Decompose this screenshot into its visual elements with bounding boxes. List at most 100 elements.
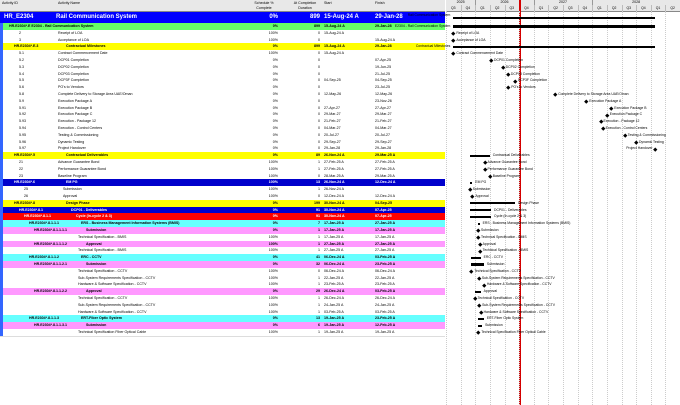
summary-bar[interactable] [470, 215, 491, 218]
finish-cell: 04-Mar-27 [375, 126, 392, 130]
milestone-marker[interactable] [470, 194, 475, 199]
activity-name-cell: Hardware & Software Specification - CCTV [78, 282, 147, 287]
finish-cell: 27-Apr-27 [375, 105, 391, 110]
col-at-completion[interactable]: At Completion Duration [290, 0, 320, 12]
start-cell: 26-Nov-24 A [324, 153, 345, 158]
summary-bar[interactable] [478, 324, 483, 327]
summary-bar[interactable] [471, 263, 484, 266]
schedule-pct-cell: 0% [272, 262, 278, 266]
duration-cell: 32 [316, 262, 320, 266]
gantt-bar-label: DCP3F Completion [517, 78, 548, 83]
start-cell [324, 84, 372, 91]
hierarchy-strip [0, 138, 3, 146]
activity-id-cell: HR.E2304*.8 [14, 200, 35, 205]
milestone-marker[interactable] [476, 235, 481, 240]
schedule-pct-cell: 0% [272, 214, 278, 219]
summary-bar[interactable] [470, 202, 515, 205]
schedule-pct-cell: 0% [272, 221, 278, 226]
activity-id-cell: HR.E2304*.5 [14, 153, 35, 158]
finish-cell: 20-Jul-27 [375, 132, 390, 137]
gantt-bar-label: EM PG [475, 180, 487, 185]
activity-name-cell: Submission [63, 187, 82, 192]
schedule-pct-cell: 0% [272, 228, 278, 232]
milestone-marker[interactable] [451, 31, 456, 36]
finish-cell: 27-Jan-25 A [375, 221, 396, 226]
milestone-marker[interactable] [634, 140, 638, 144]
milestone-marker[interactable] [473, 296, 477, 301]
gantt-row: EM PG [446, 179, 680, 186]
milestone-marker[interactable] [469, 269, 474, 274]
activity-name-cell: Execution - Package 12 [58, 119, 96, 124]
schedule-window: Activity ID Activity Name Schedule % Com… [0, 0, 680, 405]
milestone-marker[interactable] [506, 85, 511, 90]
milestone-marker[interactable] [476, 330, 481, 335]
duration-cell: 1 [318, 248, 320, 253]
gantt-row: Hardware & Software Specification - CCTV [446, 309, 680, 316]
table-row[interactable]: Technical Specification Fiber Optical Ca… [0, 329, 445, 337]
col-finish[interactable]: Finish [375, 0, 415, 12]
hierarchy-strip [0, 322, 3, 329]
start-cell: 21-Feb-27 [324, 119, 341, 124]
milestone-marker[interactable] [482, 283, 486, 287]
col-activity-id[interactable]: Activity ID [2, 0, 52, 12]
milestone-marker[interactable] [609, 106, 614, 110]
duration-cell: 0 [318, 64, 320, 69]
milestone-marker[interactable] [623, 133, 627, 138]
milestone-marker[interactable] [451, 51, 456, 56]
milestone-marker[interactable] [513, 79, 517, 83]
col-schedule-pct[interactable]: Schedule % Complete [250, 0, 278, 12]
activity-name-cell: DCP02 Completion [58, 64, 89, 69]
duration-cell: 0 [318, 71, 320, 76]
milestone-marker[interactable] [601, 126, 605, 131]
milestone-marker[interactable] [477, 276, 481, 280]
summary-bar[interactable] [453, 25, 656, 28]
schedule-pct-cell: 100% [268, 194, 278, 198]
milestone-marker[interactable] [476, 228, 481, 233]
milestone-marker[interactable] [488, 174, 492, 178]
activity-id-cell: HR.E2304*.8.1.1.3.1 [34, 323, 67, 328]
gantt-bar-label: Approval [475, 194, 489, 198]
summary-bar[interactable] [453, 16, 656, 19]
milestone-marker[interactable] [506, 72, 510, 76]
col-activity-name[interactable]: Activity Name [58, 0, 178, 12]
start-cell: 15-Aug-24 A [324, 24, 345, 28]
summary-bar[interactable] [453, 45, 656, 48]
summary-bar[interactable] [474, 290, 481, 293]
gantt-row: Approval [446, 241, 680, 248]
schedule-pct-cell: 0% [269, 14, 278, 20]
col-start[interactable]: Start [324, 0, 364, 12]
gantt-bar-label: Submission [481, 228, 499, 232]
gantt-row: Technical Specification - CCTV [446, 295, 680, 302]
milestone-marker[interactable] [482, 167, 487, 172]
milestone-marker[interactable] [468, 187, 472, 192]
summary-bar[interactable] [469, 181, 473, 184]
gantt-row: Technical Specification - CCTV [446, 268, 680, 275]
summary-bar[interactable] [478, 222, 480, 225]
start-cell: 15-Aug-24 A [324, 51, 344, 56]
gantt-row: Execution Package A [446, 98, 680, 105]
quarter-label: Q3 [563, 5, 579, 11]
milestone-marker[interactable] [482, 160, 487, 165]
gantt-row: Contract Commencement Date [446, 50, 680, 57]
milestone-marker[interactable] [477, 303, 482, 308]
summary-bar[interactable] [470, 208, 491, 212]
finish-cell: 29-Mar-25 A [375, 173, 395, 178]
milestone-marker[interactable] [599, 119, 603, 124]
milestone-marker[interactable] [653, 147, 658, 151]
milestone-marker[interactable] [605, 113, 609, 117]
milestone-marker[interactable] [553, 92, 558, 97]
milestone-marker[interactable] [584, 99, 589, 104]
summary-bar[interactable] [471, 256, 481, 259]
milestone-marker[interactable] [479, 310, 483, 314]
activity-name-cell: Advance Guarantee Bond [58, 160, 100, 164]
start-cell: 30-Nov-24 A [324, 200, 345, 205]
summary-bar[interactable] [469, 154, 490, 157]
milestone-marker[interactable] [478, 242, 482, 246]
summary-bar[interactable] [478, 317, 484, 320]
activity-name-cell: Execution Package C [58, 112, 93, 117]
milestone-marker[interactable] [501, 65, 505, 70]
milestone-marker[interactable] [489, 58, 494, 63]
milestone-marker[interactable] [478, 249, 482, 253]
quarter-label: Q2 [548, 5, 564, 11]
milestone-marker[interactable] [451, 38, 456, 42]
